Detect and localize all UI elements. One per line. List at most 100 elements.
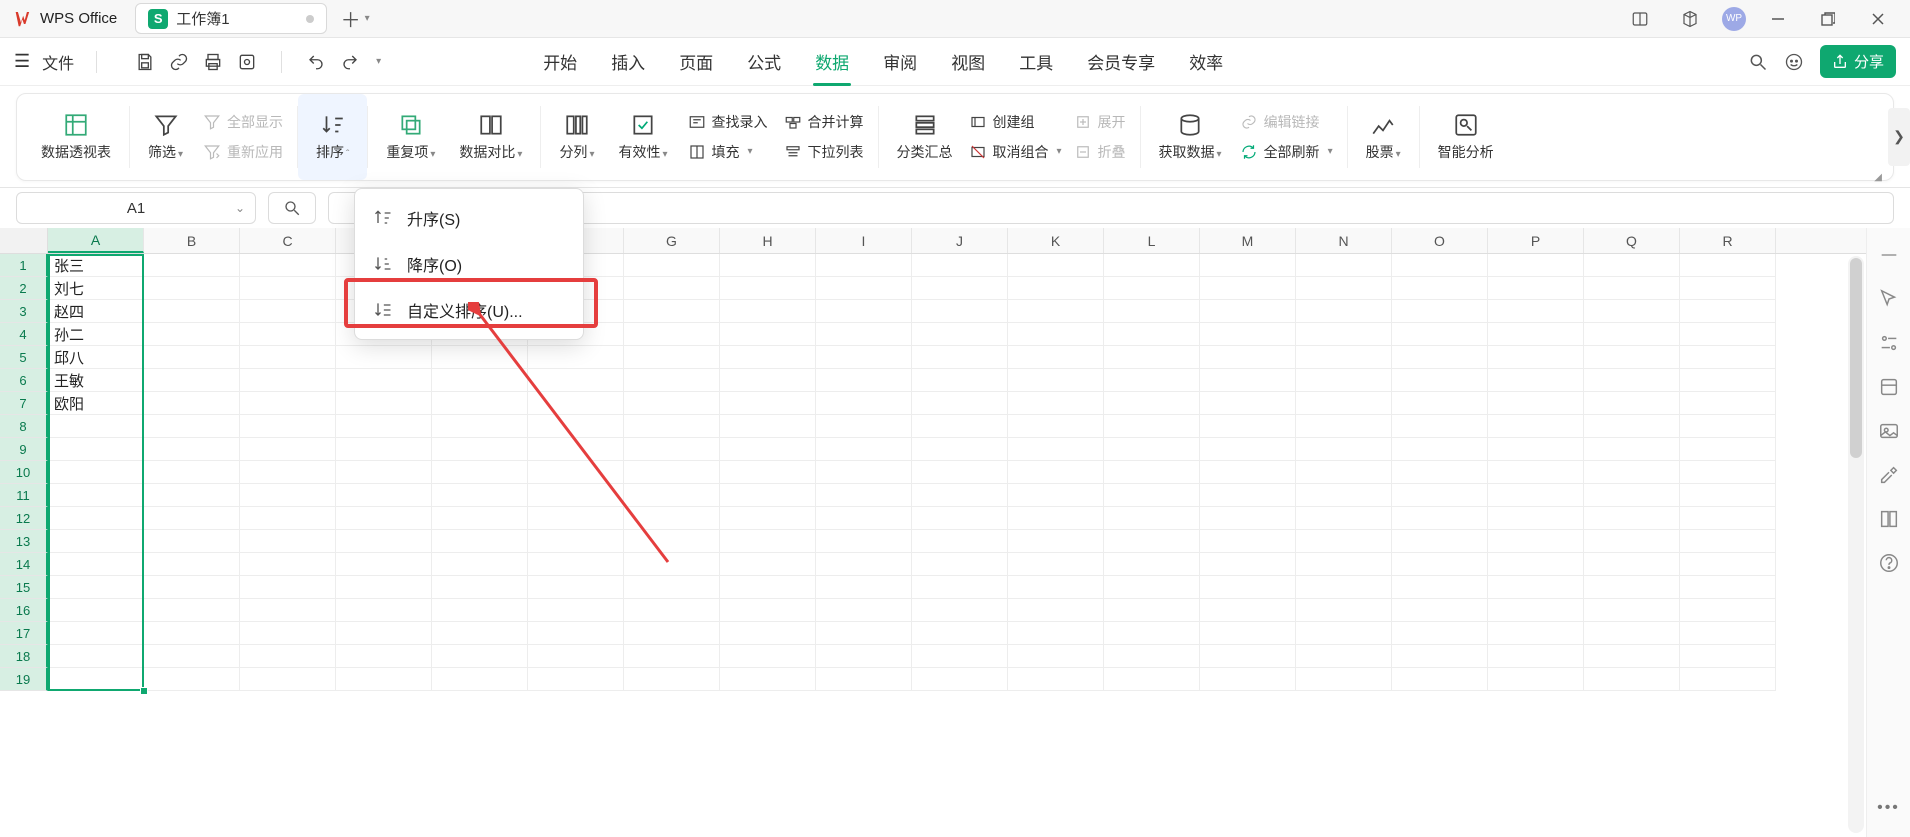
cell-K4[interactable]	[1008, 323, 1104, 346]
cell-M4[interactable]	[1200, 323, 1296, 346]
cell-I19[interactable]	[816, 668, 912, 691]
row-head-5[interactable]: 5	[0, 346, 48, 369]
cell-H5[interactable]	[720, 346, 816, 369]
cell-N8[interactable]	[1296, 415, 1392, 438]
cell-N17[interactable]	[1296, 622, 1392, 645]
cell-F9[interactable]	[528, 438, 624, 461]
cell-Q12[interactable]	[1584, 507, 1680, 530]
cell-D5[interactable]	[336, 346, 432, 369]
cell-G1[interactable]	[624, 254, 720, 277]
cell-H6[interactable]	[720, 369, 816, 392]
cell-I16[interactable]	[816, 599, 912, 622]
cell-L12[interactable]	[1104, 507, 1200, 530]
cell-L3[interactable]	[1104, 300, 1200, 323]
col-head-G[interactable]: G	[624, 228, 720, 253]
cell-O3[interactable]	[1392, 300, 1488, 323]
cell-B17[interactable]	[144, 622, 240, 645]
cell-F10[interactable]	[528, 461, 624, 484]
cell-K9[interactable]	[1008, 438, 1104, 461]
cell-H13[interactable]	[720, 530, 816, 553]
cell-N4[interactable]	[1296, 323, 1392, 346]
split-button[interactable]: 分列▾	[555, 110, 598, 164]
cell-K18[interactable]	[1008, 645, 1104, 668]
cell-E17[interactable]	[432, 622, 528, 645]
cell-J18[interactable]	[912, 645, 1008, 668]
cell-A10[interactable]	[48, 461, 144, 484]
cell-R12[interactable]	[1680, 507, 1776, 530]
cell-E6[interactable]	[432, 369, 528, 392]
cell-K16[interactable]	[1008, 599, 1104, 622]
tools-icon[interactable]	[1878, 464, 1900, 486]
col-head-Q[interactable]: Q	[1584, 228, 1680, 253]
cell-Q1[interactable]	[1584, 254, 1680, 277]
cell-H9[interactable]	[720, 438, 816, 461]
settings-icon[interactable]	[1878, 332, 1900, 354]
cell-J11[interactable]	[912, 484, 1008, 507]
cell-G17[interactable]	[624, 622, 720, 645]
sort-button[interactable]: 排序ˆ	[312, 110, 353, 164]
cell-E7[interactable]	[432, 392, 528, 415]
cell-C1[interactable]	[240, 254, 336, 277]
cell-L13[interactable]	[1104, 530, 1200, 553]
cell-D18[interactable]	[336, 645, 432, 668]
cell-J1[interactable]	[912, 254, 1008, 277]
cell-P18[interactable]	[1488, 645, 1584, 668]
cell-A12[interactable]	[48, 507, 144, 530]
save-icon[interactable]	[135, 52, 155, 72]
cell-O19[interactable]	[1392, 668, 1488, 691]
cell-C4[interactable]	[240, 323, 336, 346]
cell-K12[interactable]	[1008, 507, 1104, 530]
cell-N6[interactable]	[1296, 369, 1392, 392]
cell-F11[interactable]	[528, 484, 624, 507]
cell-Q6[interactable]	[1584, 369, 1680, 392]
file-menu[interactable]: 文件	[42, 50, 74, 74]
col-head-P[interactable]: P	[1488, 228, 1584, 253]
row-head-15[interactable]: 15	[0, 576, 48, 599]
cell-R11[interactable]	[1680, 484, 1776, 507]
cell-I9[interactable]	[816, 438, 912, 461]
cell-H14[interactable]	[720, 553, 816, 576]
cell-C5[interactable]	[240, 346, 336, 369]
row-head-10[interactable]: 10	[0, 461, 48, 484]
row-head-6[interactable]: 6	[0, 369, 48, 392]
cell-E10[interactable]	[432, 461, 528, 484]
cell-A14[interactable]	[48, 553, 144, 576]
cell-L2[interactable]	[1104, 277, 1200, 300]
cell-C10[interactable]	[240, 461, 336, 484]
cell-C13[interactable]	[240, 530, 336, 553]
cell-Q2[interactable]	[1584, 277, 1680, 300]
row-head-7[interactable]: 7	[0, 392, 48, 415]
cell-D8[interactable]	[336, 415, 432, 438]
cell-I4[interactable]	[816, 323, 912, 346]
cell-A8[interactable]	[48, 415, 144, 438]
cell-O9[interactable]	[1392, 438, 1488, 461]
cell-I1[interactable]	[816, 254, 912, 277]
cell-G2[interactable]	[624, 277, 720, 300]
cell-O10[interactable]	[1392, 461, 1488, 484]
col-head-C[interactable]: C	[240, 228, 336, 253]
cell-R10[interactable]	[1680, 461, 1776, 484]
cell-R18[interactable]	[1680, 645, 1776, 668]
cell-I6[interactable]	[816, 369, 912, 392]
cell-L5[interactable]	[1104, 346, 1200, 369]
cell-B10[interactable]	[144, 461, 240, 484]
cell-J17[interactable]	[912, 622, 1008, 645]
col-head-K[interactable]: K	[1008, 228, 1104, 253]
cell-I12[interactable]	[816, 507, 912, 530]
lookup-button[interactable]: 查找录入	[688, 110, 768, 134]
cell-P1[interactable]	[1488, 254, 1584, 277]
cell-C18[interactable]	[240, 645, 336, 668]
share-button[interactable]: 分享	[1820, 45, 1896, 78]
cell-H2[interactable]	[720, 277, 816, 300]
tab-数据[interactable]: 数据	[813, 43, 851, 80]
cell-K7[interactable]	[1008, 392, 1104, 415]
cell-F17[interactable]	[528, 622, 624, 645]
cell-M19[interactable]	[1200, 668, 1296, 691]
cell-O17[interactable]	[1392, 622, 1488, 645]
cell-E15[interactable]	[432, 576, 528, 599]
cell-B8[interactable]	[144, 415, 240, 438]
cell-M3[interactable]	[1200, 300, 1296, 323]
row-head-19[interactable]: 19	[0, 668, 48, 691]
scroll-thumb[interactable]	[1850, 258, 1862, 458]
selection-handle[interactable]	[140, 687, 148, 695]
